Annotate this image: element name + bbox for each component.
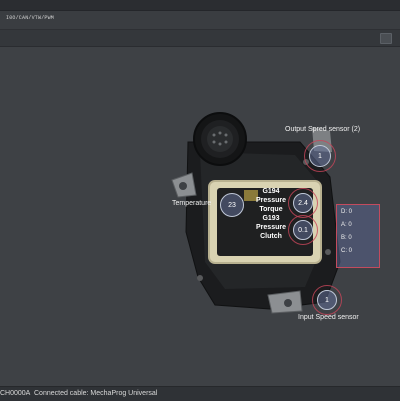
clutch-c-value: C: 0 — [341, 248, 353, 254]
g193-value: 0.1 — [293, 220, 313, 240]
temperature-label: Temperature — [172, 200, 212, 207]
input-speed-value: 1 — [317, 290, 337, 310]
g194-value: 2.4 — [293, 193, 313, 213]
toolbar — [0, 30, 400, 47]
clutch-b-value: B: 0 — [341, 235, 352, 241]
input-speed-label: Input Speed sensor — [298, 314, 359, 321]
g193-id: G193 — [262, 215, 280, 222]
mechatronic-canvas: Output Spred sensor (2) 1 Temperature 23… — [0, 47, 400, 386]
path-bar: I0O/CAN/VTW/PWM — [0, 11, 400, 30]
device-id: CH0000A — [0, 390, 31, 397]
g194-id: G194 — [262, 188, 280, 195]
protocol-path: I0O/CAN/VTW/PWM — [6, 15, 55, 21]
output-speed-value: 1 — [309, 145, 331, 167]
output-speed-label: Output Spred sensor (2) — [285, 126, 361, 133]
toolbar-button[interactable] — [380, 33, 392, 44]
clutch-d-value: D: 0 — [341, 209, 353, 215]
connection-status: Connected cable: MechaProg Universal — [34, 390, 158, 397]
status-bar: CH0000A Connected cable: MechaProg Unive… — [0, 386, 400, 401]
clutch-a-value: A: 0 — [341, 222, 352, 228]
clutch-status-panel: D: 0 A: 0 B: 0 C: 0 — [336, 204, 380, 268]
title-bar — [0, 0, 400, 11]
temperature-value: 23 — [220, 193, 244, 217]
